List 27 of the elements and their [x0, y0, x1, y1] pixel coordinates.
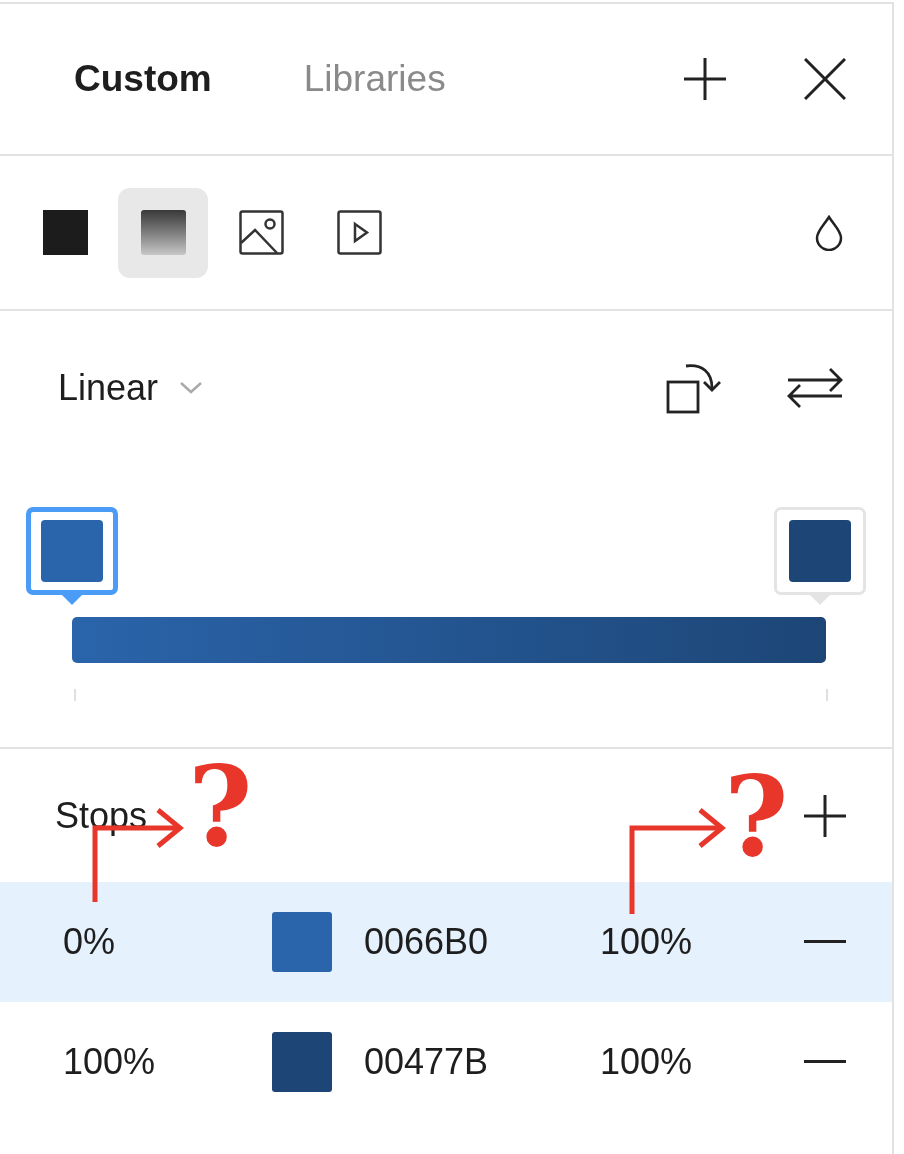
stop-handle[interactable] — [26, 507, 118, 605]
question-mark: ? — [724, 762, 789, 872]
image-icon — [238, 210, 284, 255]
stop-position: 100% — [63, 1040, 157, 1084]
remove-stop-icon[interactable] — [804, 1060, 846, 1064]
question-mark: ? — [188, 752, 253, 862]
color-swatch[interactable] — [272, 912, 332, 972]
video-icon — [336, 210, 382, 255]
fill-type-button[interactable] — [118, 187, 208, 278]
opacity-value: 100% — [600, 1040, 693, 1084]
stop-row[interactable]: 0% 0066B0 100% — [0, 882, 892, 1002]
tab[interactable]: Custom — [74, 51, 212, 107]
remove-stop-icon[interactable] — [804, 940, 846, 944]
chevron-down-icon — [180, 382, 203, 394]
close-icon[interactable] — [804, 58, 846, 100]
add-icon[interactable] — [684, 58, 726, 100]
add-stop-icon[interactable] — [804, 794, 846, 837]
drop-icon[interactable] — [814, 214, 844, 251]
hex-value: 00477B — [364, 1040, 490, 1084]
hex-value: 0066B0 — [364, 920, 490, 964]
gradient-fill-icon — [140, 210, 186, 255]
color-swatch[interactable] — [272, 1032, 332, 1092]
stop-position: 0% — [63, 920, 117, 964]
stop-handle[interactable] — [774, 507, 866, 605]
opacity-value: 100% — [600, 920, 693, 964]
solid-fill-icon — [42, 210, 88, 255]
gradient-type-dropdown[interactable]: Linear — [58, 361, 203, 415]
